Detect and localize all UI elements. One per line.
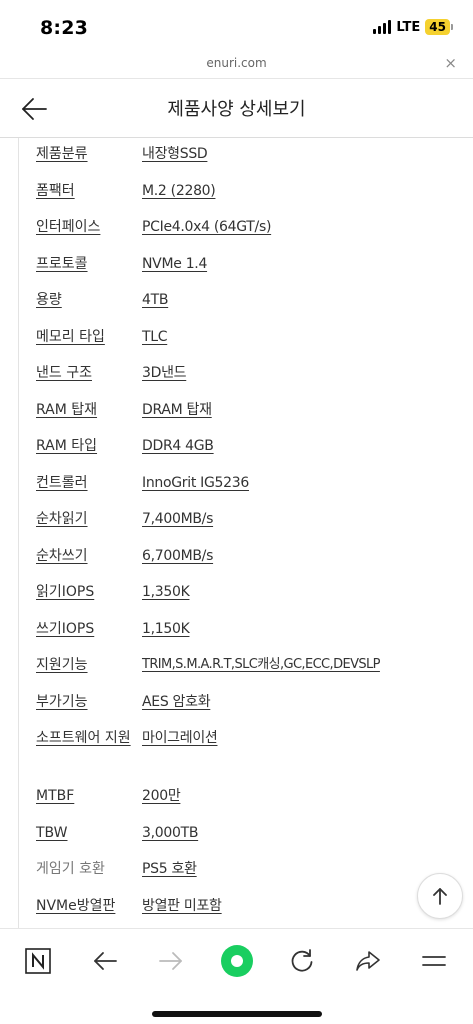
spec-label[interactable]: 지원기능 [36, 654, 142, 676]
spec-row: 부가기능 AES 암호화 [36, 691, 456, 728]
menu-icon[interactable] [414, 943, 454, 979]
spec-row: 순차쓰기 6,700MB/s [36, 545, 456, 582]
spec-value[interactable]: 1,150K [142, 618, 190, 640]
spec-label[interactable]: 메모리 타입 [36, 326, 142, 348]
battery-icon: 45 [425, 19, 453, 35]
home-indicator[interactable] [152, 1011, 322, 1017]
spec-value[interactable]: InnoGrit IG5236 [142, 472, 249, 494]
spec-label[interactable]: 소프트웨어 지원 [36, 727, 136, 749]
back-arrow-icon[interactable] [85, 943, 125, 979]
spec-label[interactable]: RAM 타입 [36, 435, 142, 457]
network-type: LTE [396, 19, 421, 35]
signal-icon [373, 20, 392, 34]
spec-label: 게임기 호환 [36, 861, 105, 877]
spec-value[interactable]: 4TB [142, 289, 168, 311]
spec-value[interactable]: DDR4 4GB [142, 435, 214, 457]
spec-label[interactable]: 프로토콜 [36, 253, 142, 275]
spec-value[interactable]: 6,700MB/s [142, 545, 213, 567]
url-bar[interactable]: enuri.com × [0, 52, 473, 78]
forward-arrow-icon[interactable] [151, 943, 191, 979]
table-border [18, 138, 19, 928]
spec-value[interactable]: 마이그레이션 [142, 727, 218, 749]
spec-row: 쓰기IOPS 1,150K [36, 618, 456, 655]
arrow-up-icon [433, 888, 447, 905]
spec-label[interactable]: 읽기IOPS [36, 581, 142, 603]
scroll-top-button[interactable] [417, 873, 463, 919]
spec-row: MTBF 200만 [36, 785, 456, 822]
spec-label[interactable]: 컨트롤러 [36, 472, 142, 494]
share-icon[interactable] [348, 943, 388, 979]
close-icon[interactable]: × [444, 54, 457, 72]
page: 8:23 LTE 45 enuri.com × 제품사양 상세보기 제품분류 내… [0, 0, 473, 1024]
page-title: 제품사양 상세보기 [167, 99, 306, 120]
spec-row: 용량 4TB [36, 289, 456, 326]
spec-row: 지원기능 TRIM,S.M.A.R.T,SLC캐싱,GC,ECC,DEVSLP [36, 654, 456, 691]
spec-label[interactable]: 부가기능 [36, 691, 142, 713]
spec-row: 컨트롤러 InnoGrit IG5236 [36, 472, 456, 509]
spec-row: TBW 3,000TB [36, 822, 456, 859]
spec-value[interactable]: NVMe 1.4 [142, 253, 207, 275]
spec-row: 낸드 구조 3D낸드 [36, 362, 456, 399]
spec-value[interactable]: DRAM 탑재 [142, 399, 212, 421]
spec-value[interactable]: 200만 [142, 785, 181, 807]
spec-row: RAM 타입 DDR4 4GB [36, 435, 456, 472]
spec-value[interactable]: PS5 호환 [142, 858, 197, 880]
spec-row: 소프트웨어 지원 마이그레이션 [36, 727, 456, 785]
spec-row: 게임기 호환 PS5 호환 [36, 858, 456, 895]
spec-label[interactable]: 낸드 구조 [36, 362, 142, 384]
spec-row: 프로토콜 NVMe 1.4 [36, 253, 456, 290]
spec-label[interactable]: 쓰기IOPS [36, 618, 142, 640]
spec-value[interactable]: M.2 (2280) [142, 180, 216, 202]
spec-value[interactable]: 3,000TB [142, 822, 198, 844]
spec-label[interactable]: MTBF [36, 785, 142, 807]
spec-label[interactable]: 인터페이스 [36, 216, 142, 238]
spec-table: 제품분류 내장형SSD 폼팩터 M.2 (2280) 인터페이스 PCIe4.0… [0, 138, 473, 928]
spec-row: 인터페이스 PCIe4.0x4 (64GT/s) [36, 216, 456, 253]
spec-row: RAM 탑재 DRAM 탑재 [36, 399, 456, 436]
spec-value[interactable]: 7,400MB/s [142, 508, 213, 530]
naver-n-icon[interactable] [18, 943, 58, 979]
spec-value[interactable]: 3D낸드 [142, 362, 187, 384]
spec-row: 폼팩터 M.2 (2280) [36, 180, 456, 217]
page-header: 제품사양 상세보기 [0, 79, 473, 137]
spec-label[interactable]: 용량 [36, 289, 142, 311]
spec-list: 제품분류 내장형SSD 폼팩터 M.2 (2280) 인터페이스 PCIe4.0… [36, 143, 456, 928]
status-indicators: LTE 45 [373, 19, 453, 35]
refresh-icon[interactable] [282, 943, 322, 979]
spec-value[interactable]: 방열판 미포함 [142, 895, 222, 917]
spec-label[interactable]: 순차읽기 [36, 508, 142, 530]
spec-label[interactable]: NVMe방열판 [36, 895, 142, 917]
spec-value[interactable]: AES 암호화 [142, 691, 211, 713]
spec-value[interactable]: TRIM,S.M.A.R.T,SLC캐싱,GC,ECC,DEVSLP [142, 654, 381, 676]
green-dot-icon[interactable] [217, 943, 257, 979]
spec-row: 읽기IOPS 1,350K [36, 581, 456, 618]
battery-level: 45 [425, 19, 450, 35]
spec-label[interactable]: RAM 탑재 [36, 399, 142, 421]
spec-row: 메모리 타입 TLC [36, 326, 456, 363]
spec-label[interactable]: 순차쓰기 [36, 545, 142, 567]
spec-row: 순차읽기 7,400MB/s [36, 508, 456, 545]
spec-value[interactable]: 1,350K [142, 581, 190, 603]
browser-toolbar [0, 928, 473, 1024]
status-time: 8:23 [40, 17, 89, 39]
url-domain[interactable]: enuri.com [0, 56, 473, 70]
spec-label[interactable]: TBW [36, 822, 142, 844]
status-bar: 8:23 LTE 45 [0, 0, 473, 52]
spec-value[interactable]: TLC [142, 326, 168, 348]
spec-row: NVMe방열판 방열판 미포함 [36, 895, 456, 929]
spec-row: 제품분류 내장형SSD [36, 143, 456, 180]
spec-label[interactable]: 제품분류 [36, 143, 142, 165]
spec-value[interactable]: PCIe4.0x4 (64GT/s) [142, 216, 271, 238]
spec-label[interactable]: 폼팩터 [36, 180, 142, 202]
spec-value[interactable]: 내장형SSD [142, 143, 208, 165]
